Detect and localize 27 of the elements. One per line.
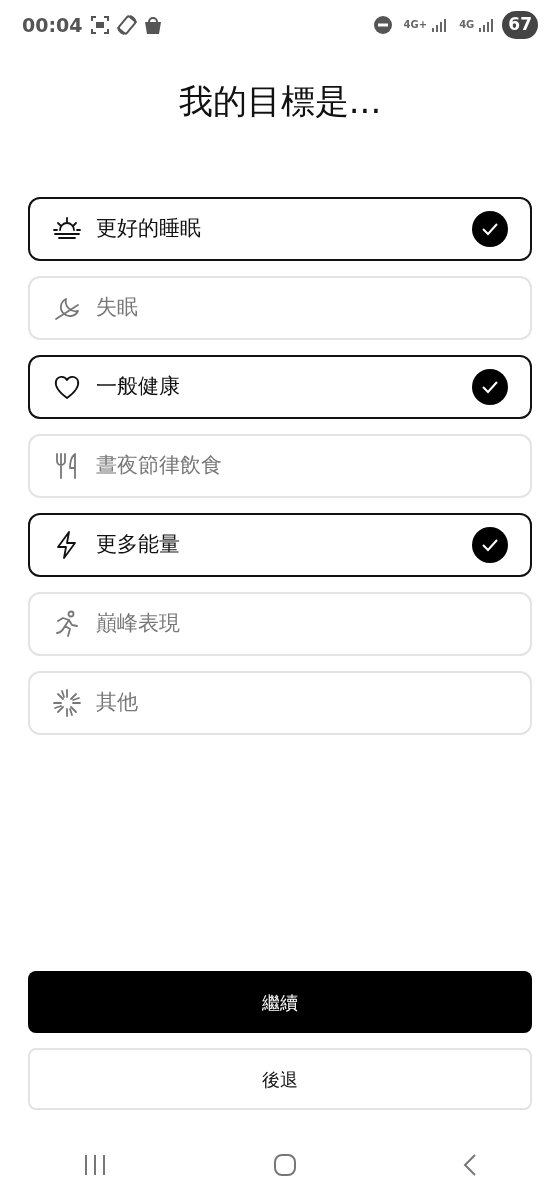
checkmark-icon <box>472 369 508 405</box>
rotate-icon <box>116 14 139 36</box>
shopping-bag-icon <box>144 15 163 35</box>
clock: 00:04 <box>22 12 83 38</box>
screenshot-icon <box>90 15 111 35</box>
goal-option[interactable]: 更多能量 <box>28 513 532 577</box>
back-button[interactable]: 後退 <box>28 1048 532 1110</box>
signal-icon <box>478 17 495 33</box>
checkmark-icon <box>472 527 508 563</box>
back-icon[interactable] <box>463 1153 477 1177</box>
burst-icon <box>52 688 82 718</box>
network-type: 4G <box>459 20 475 30</box>
checkmark-icon <box>472 211 508 247</box>
do-not-disturb-icon <box>373 16 392 34</box>
goal-option[interactable]: 一般健康 <box>28 355 532 419</box>
network-type: 4G+ <box>403 20 428 30</box>
goal-option[interactable]: 巔峰表現 <box>28 592 532 656</box>
goal-option[interactable]: 晝夜節律飲食 <box>28 434 532 498</box>
battery-level: 67 <box>502 11 538 39</box>
signal-icon <box>431 17 448 33</box>
goal-option[interactable]: 失眠 <box>28 276 532 340</box>
goal-option[interactable]: 更好的睡眠 <box>28 197 532 261</box>
recent-apps-icon[interactable] <box>83 1154 107 1176</box>
home-icon[interactable] <box>273 1153 297 1177</box>
continue-button[interactable]: 繼續 <box>28 971 532 1033</box>
goal-option[interactable]: 其他 <box>28 671 532 735</box>
page-title: 我的目標是... <box>177 80 383 123</box>
